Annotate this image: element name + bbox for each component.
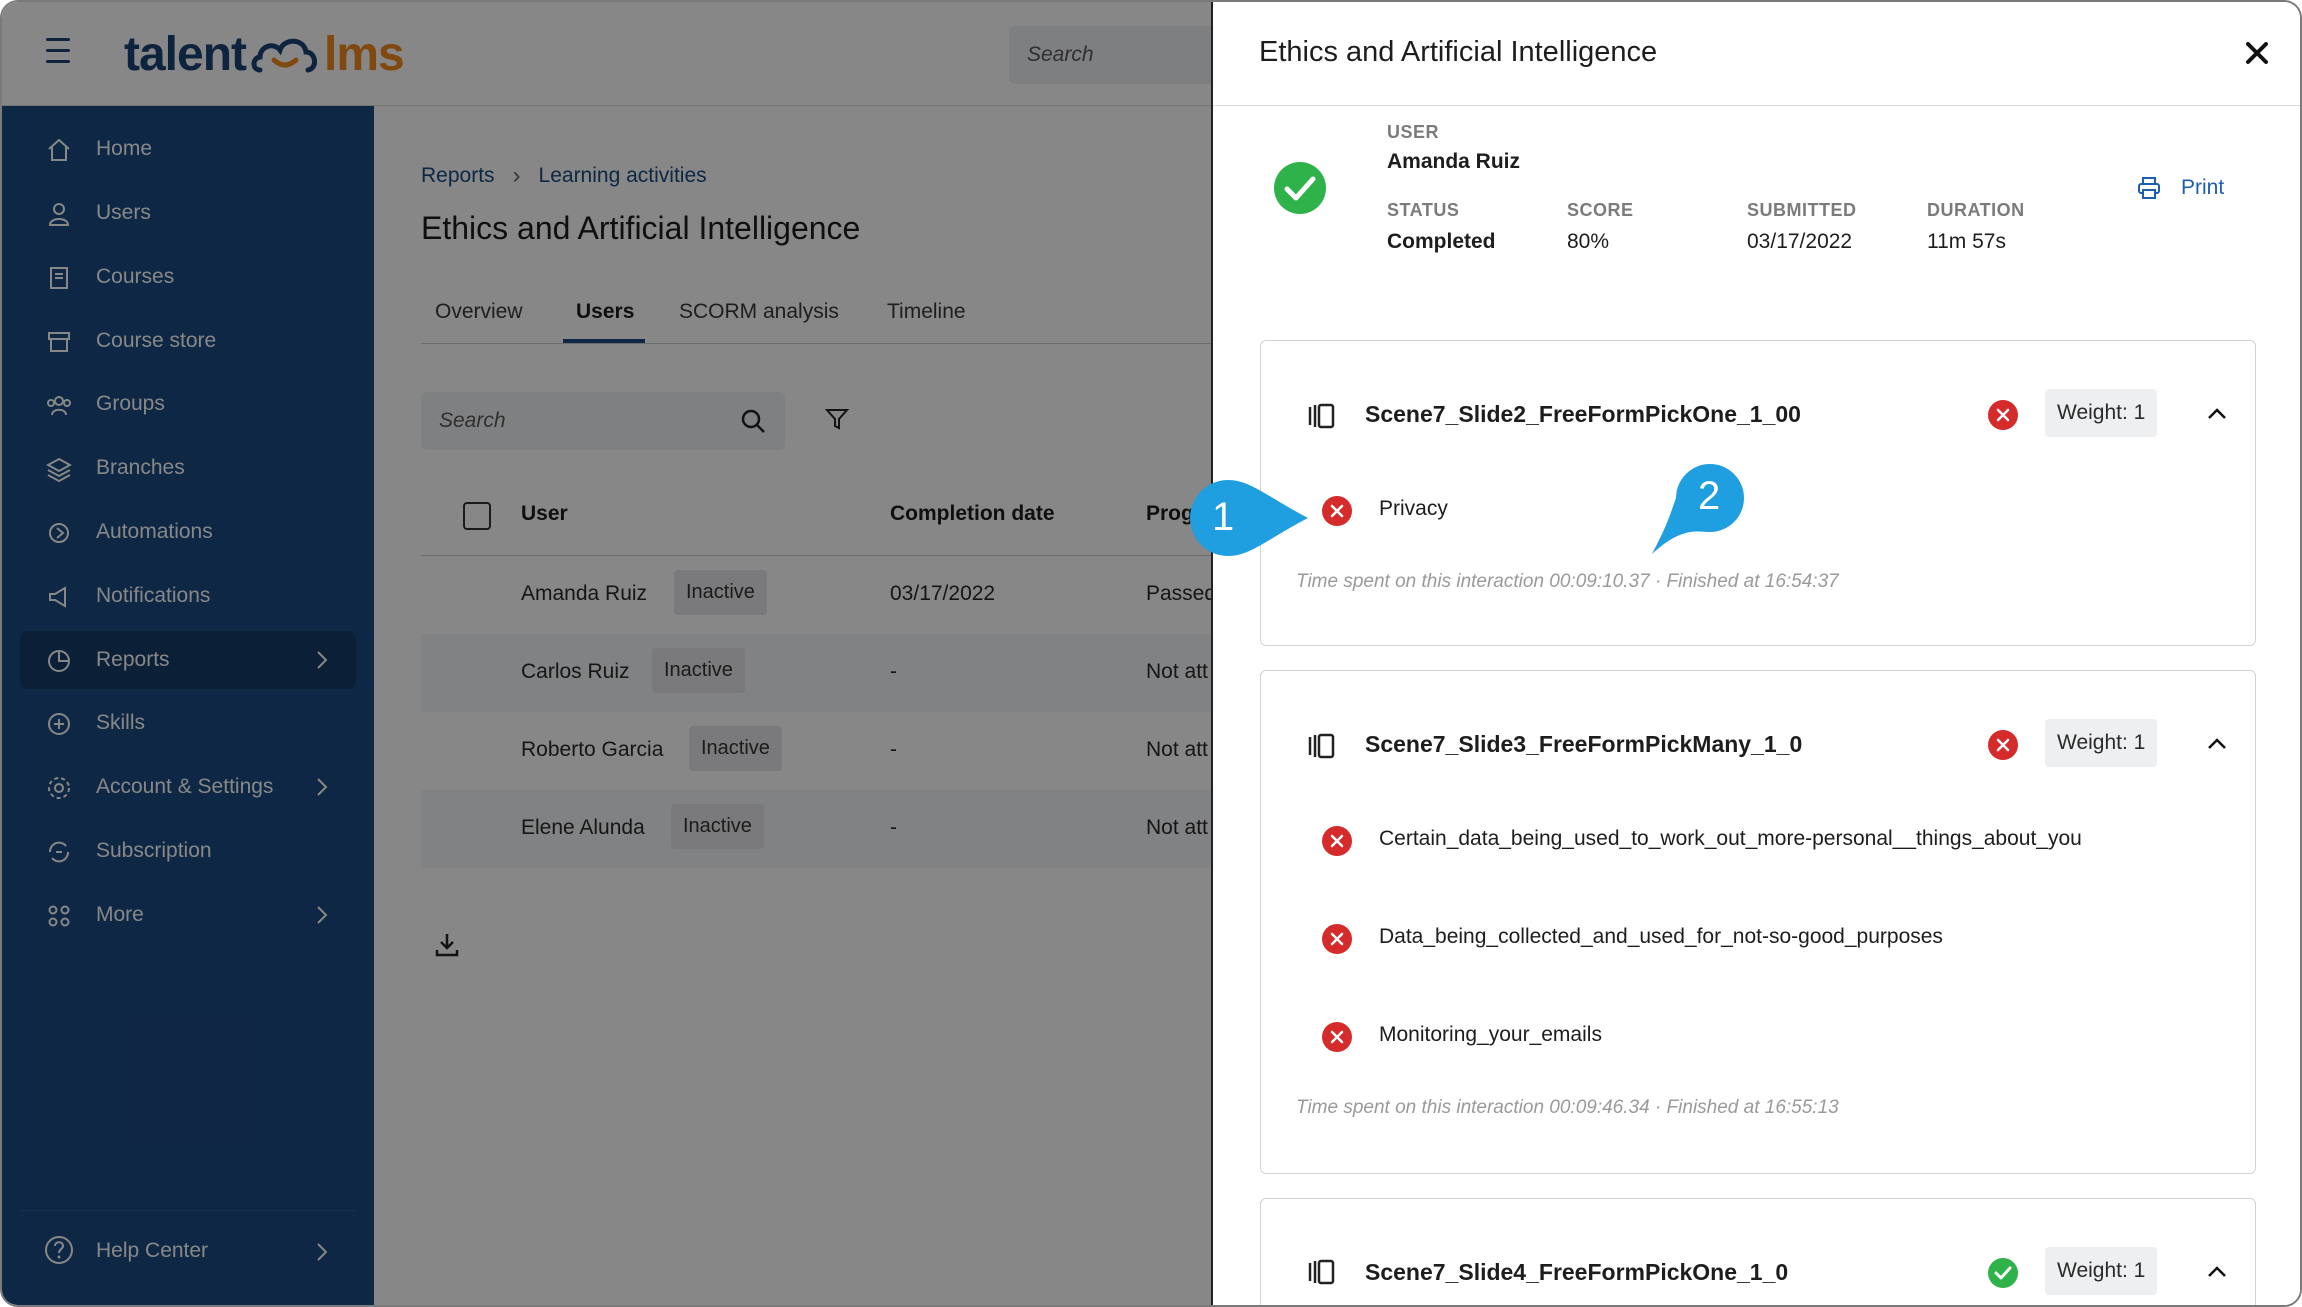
modal-backdrop[interactable] [2, 2, 1211, 1305]
incorrect-icon [1322, 496, 1352, 526]
score-value: 80% [1567, 230, 1610, 253]
annotation-callout-2: 2 [1642, 464, 1746, 556]
interaction-card: Scene7_Slide3_FreeFormPickMany_1_0 Weigh… [1260, 670, 2256, 1174]
incorrect-icon [1322, 826, 1352, 856]
interaction-meta: Time spent on this interaction 00:09:10.… [1296, 571, 1839, 592]
interaction-title: Scene7_Slide2_FreeFormPickOne_1_00 [1365, 401, 1801, 427]
interaction-title: Scene7_Slide4_FreeFormPickOne_1_0 [1365, 1259, 1789, 1285]
weight-badge: Weight: 1 [2045, 719, 2158, 767]
details-drawer: Ethics and Artificial Intelligence USER … [1211, 2, 2300, 1305]
incorrect-icon [1988, 730, 2018, 760]
drawer-title: Ethics and Artificial Intelligence [1259, 36, 1658, 68]
annotation-callout-1: 1 [1188, 478, 1310, 558]
status-value: Completed [1387, 230, 1496, 253]
drawer-header: Ethics and Artificial Intelligence [1213, 2, 2300, 106]
interaction-card: Scene7_Slide4_FreeFormPickOne_1_0 Weight… [1260, 1198, 2256, 1305]
printer-icon [2138, 177, 2160, 199]
chevron-up-icon[interactable] [2205, 733, 2229, 753]
correct-icon [1988, 1258, 2018, 1288]
user-name: Amanda Ruiz [1387, 150, 1521, 173]
interaction-type-icon [1308, 733, 1335, 759]
incorrect-icon [1988, 400, 2018, 430]
callout-pointer-2 [1652, 464, 1744, 554]
interaction-title: Scene7_Slide3_FreeFormPickMany_1_0 [1365, 731, 1803, 757]
weight-badge: Weight: 1 [2045, 389, 2158, 437]
chevron-up-icon[interactable] [2205, 1261, 2229, 1281]
duration-value: 11m 57s [1927, 230, 2006, 253]
weight-badge: Weight: 1 [2045, 1247, 2158, 1295]
completed-check-icon [1274, 162, 1326, 214]
app-window: talent lms Search Home Users Courses Cou… [0, 0, 2302, 1307]
chevron-up-icon[interactable] [2205, 403, 2229, 423]
submitted-value: 03/17/2022 [1747, 230, 1853, 253]
status-label: STATUS [1387, 200, 1460, 220]
interaction-meta: Time spent on this interaction 00:09:46.… [1296, 1097, 1839, 1118]
incorrect-icon [1322, 1022, 1352, 1052]
incorrect-icon [1322, 924, 1352, 954]
callout-pointer-1 [1190, 480, 1308, 556]
score-label: SCORE [1567, 200, 1634, 220]
submitted-label: SUBMITTED [1747, 200, 1857, 220]
print-button[interactable]: Print [2137, 176, 2224, 200]
interaction-type-icon [1308, 403, 1335, 429]
user-label: USER [1387, 122, 1440, 142]
close-icon[interactable] [2244, 40, 2270, 66]
interaction-type-icon [1308, 1259, 1335, 1285]
interaction-card: Scene7_Slide2_FreeFormPickOne_1_00 Weigh… [1260, 340, 2256, 646]
duration-label: DURATION [1927, 200, 2025, 220]
